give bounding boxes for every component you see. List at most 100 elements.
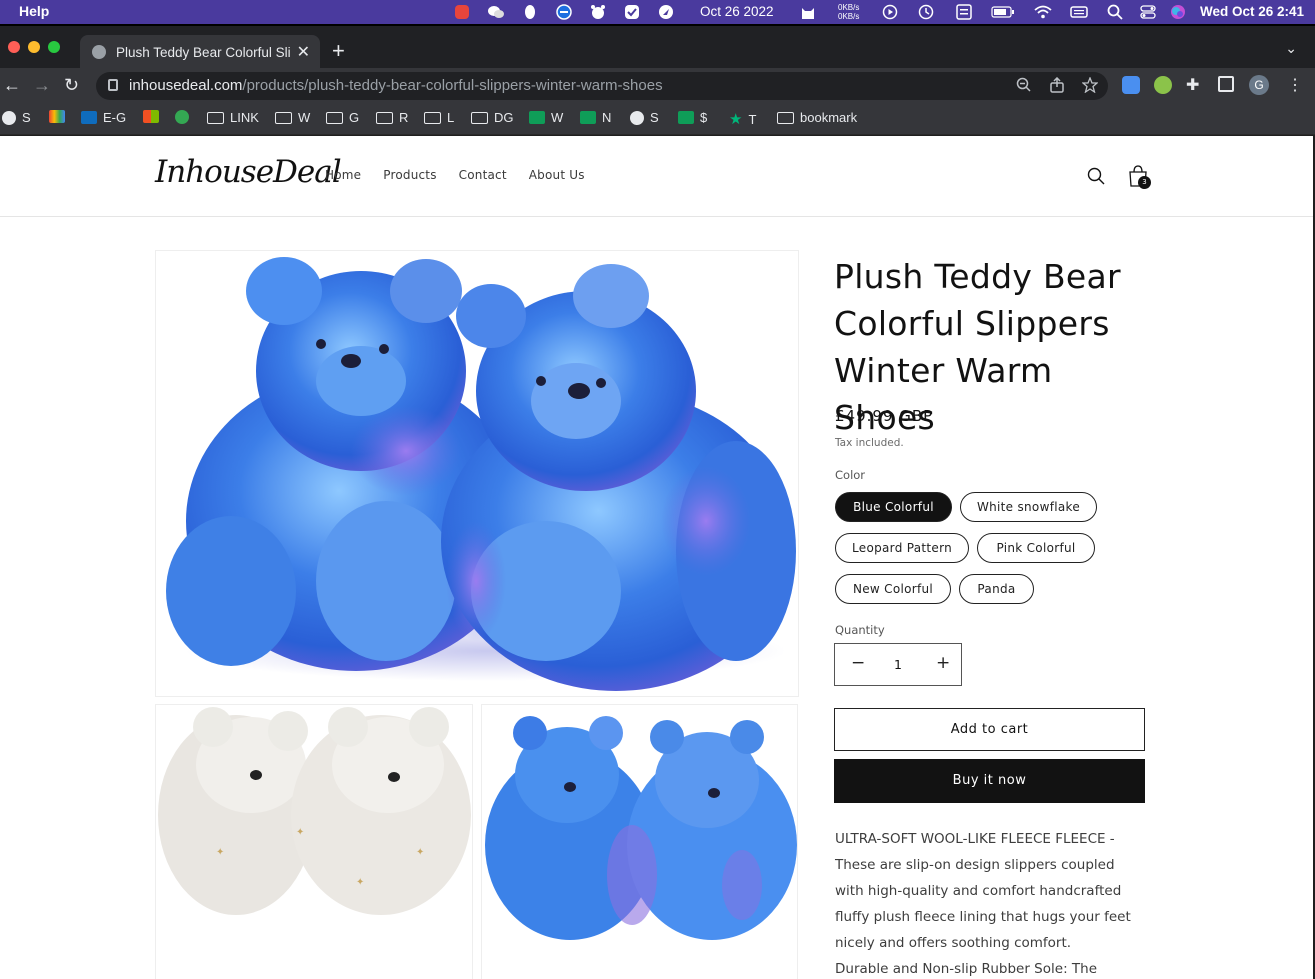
sheets-icon xyxy=(529,111,545,124)
browser-tab-active[interactable]: Plush Teddy Bear Colorful Slippers Winte… xyxy=(80,35,320,70)
side-panel-icon[interactable] xyxy=(1218,76,1234,92)
control-center-icon[interactable] xyxy=(1138,3,1158,21)
zoom-out-icon[interactable] xyxy=(1016,77,1032,97)
wifi-icon[interactable] xyxy=(1033,3,1053,21)
search-icon[interactable] xyxy=(1087,167,1105,185)
cart-count-badge: 3 xyxy=(1138,176,1151,189)
bookmark-label: S xyxy=(650,110,659,125)
keyboard-icon[interactable] xyxy=(1069,3,1089,21)
bookmark-label: $ xyxy=(700,110,708,125)
cat-icon[interactable] xyxy=(798,3,818,21)
svg-text:✦: ✦ xyxy=(356,877,364,888)
blue-teddy-slippers-image xyxy=(166,257,796,691)
green-g-icon xyxy=(175,110,189,124)
url-text[interactable]: inhousedeal.com/products/plush-teddy-bea… xyxy=(129,77,663,94)
nav-arrow-icon[interactable] xyxy=(656,3,676,21)
status-tray xyxy=(452,2,690,22)
wechat-icon[interactable] xyxy=(486,3,506,21)
bookmark-item[interactable] xyxy=(175,110,189,124)
bookmark-item[interactable] xyxy=(143,110,159,123)
green-extension-icon[interactable] xyxy=(1154,76,1172,94)
color-option-new-colorful[interactable]: New Colorful xyxy=(835,574,951,604)
date-widget[interactable]: Oct 26 2022 xyxy=(700,4,774,19)
browser-menu-icon[interactable]: ⋮ xyxy=(1287,75,1303,95)
bookmark-item[interactable]: $ xyxy=(678,110,707,125)
nav-contact[interactable]: Contact xyxy=(459,168,507,182)
bookmark-label: bookmark xyxy=(800,110,858,125)
folder-icon xyxy=(326,111,343,124)
bookmark-folder[interactable]: G xyxy=(326,110,359,125)
bookmark-star-icon[interactable] xyxy=(1081,76,1099,97)
color-label: Color xyxy=(835,468,866,482)
profile-avatar[interactable]: G xyxy=(1249,75,1269,95)
quantity-increase-button[interactable]: + xyxy=(936,653,950,673)
menu-help[interactable]: Help xyxy=(19,3,49,19)
color-option-panda[interactable]: Panda xyxy=(959,574,1034,604)
bookmark-item[interactable]: S xyxy=(630,110,659,125)
product-main-image[interactable] xyxy=(155,250,799,697)
bookmark-folder[interactable]: R xyxy=(376,110,408,125)
bookmark-item[interactable] xyxy=(49,110,65,123)
bookmark-folder[interactable]: W xyxy=(275,110,310,125)
qq-icon[interactable] xyxy=(520,3,540,21)
siri-icon[interactable] xyxy=(1168,3,1188,21)
color-option-leopard-pattern[interactable]: Leopard Pattern xyxy=(835,533,969,563)
color-option-blue-colorful[interactable]: Blue Colorful xyxy=(835,492,952,522)
bookmark-item[interactable]: S xyxy=(2,110,31,125)
nav-products[interactable]: Products xyxy=(383,168,436,182)
sheets-icon xyxy=(678,111,694,124)
lock-icon[interactable] xyxy=(108,79,118,91)
bookmark-label: LINK xyxy=(230,110,259,125)
folder-icon xyxy=(207,111,224,124)
bookmark-folder[interactable]: DG xyxy=(471,110,514,125)
back-arrow-icon[interactable]: ← xyxy=(3,75,21,96)
color-option-white-snowflake[interactable]: White snowflake xyxy=(960,492,1097,522)
description-paragraph: ULTRA-SOFT WOOL-LIKE FLEECE FLEECE - The… xyxy=(835,831,1131,951)
bookmark-folder[interactable]: LINK xyxy=(207,110,259,125)
color-option-pink-colorful[interactable]: Pink Colorful xyxy=(977,533,1095,563)
site-logo[interactable]: InhouseDeal xyxy=(155,154,342,190)
net-up-text: 0KB/s xyxy=(838,3,860,12)
download-extension-icon[interactable] xyxy=(1122,76,1140,94)
share-icon[interactable] xyxy=(1050,76,1064,97)
check-icon[interactable] xyxy=(622,3,642,21)
forward-arrow-icon[interactable]: → xyxy=(33,75,51,96)
cow-icon[interactable] xyxy=(588,3,608,21)
net-down-text: 0KB/s xyxy=(838,12,860,21)
bookmark-item[interactable]: N xyxy=(580,110,611,125)
bookmark-label: W xyxy=(551,110,564,125)
add-to-cart-button[interactable]: Add to cart xyxy=(834,708,1145,751)
sync-icon[interactable] xyxy=(554,3,574,21)
sheets-icon xyxy=(580,111,596,124)
battery-icon[interactable] xyxy=(990,3,1016,21)
buy-it-now-button[interactable]: Buy it now xyxy=(834,759,1145,803)
bookmark-item[interactable]: ★ T xyxy=(729,110,756,128)
window-close-button[interactable] xyxy=(8,41,20,53)
menubar-clock[interactable]: Wed Oct 26 2:41 xyxy=(1200,4,1304,19)
bookmark-item[interactable]: E-G xyxy=(81,110,126,125)
window-zoom-button[interactable] xyxy=(48,41,60,53)
bookmark-folder[interactable]: bookmark xyxy=(777,110,857,125)
tab-close-icon[interactable]: ✕ xyxy=(297,42,310,62)
star-icon: ★ xyxy=(729,111,743,128)
extensions-puzzle-icon[interactable]: ✚ xyxy=(1186,75,1199,95)
product-thumbnail-blue[interactable] xyxy=(481,704,798,979)
globe-icon xyxy=(2,110,16,125)
tab-search-chevron-icon[interactable]: ⌄ xyxy=(1285,40,1297,57)
bookmark-item[interactable]: W xyxy=(529,110,563,125)
new-tab-button[interactable]: + xyxy=(332,38,345,64)
spotlight-search-icon[interactable] xyxy=(1105,3,1125,21)
white-teddy-slippers-image: ✦ ✦ ✦ ✦ xyxy=(158,707,471,915)
history-icon[interactable] xyxy=(916,3,936,21)
app-red-icon[interactable] xyxy=(452,3,472,21)
bookmark-folder[interactable]: L xyxy=(424,110,454,125)
address-bar[interactable]: inhousedeal.com/products/plush-teddy-bea… xyxy=(96,72,1108,100)
window-minimize-button[interactable] xyxy=(28,41,40,53)
reload-icon[interactable]: ↻ xyxy=(64,75,79,96)
play-icon[interactable] xyxy=(880,3,900,21)
product-thumbnail-white[interactable]: ✦ ✦ ✦ ✦ xyxy=(155,704,473,979)
calendar-icon[interactable] xyxy=(954,3,974,21)
nav-home[interactable]: Home xyxy=(325,168,361,182)
svg-text:✦: ✦ xyxy=(216,847,224,858)
nav-about-us[interactable]: About Us xyxy=(529,168,585,182)
